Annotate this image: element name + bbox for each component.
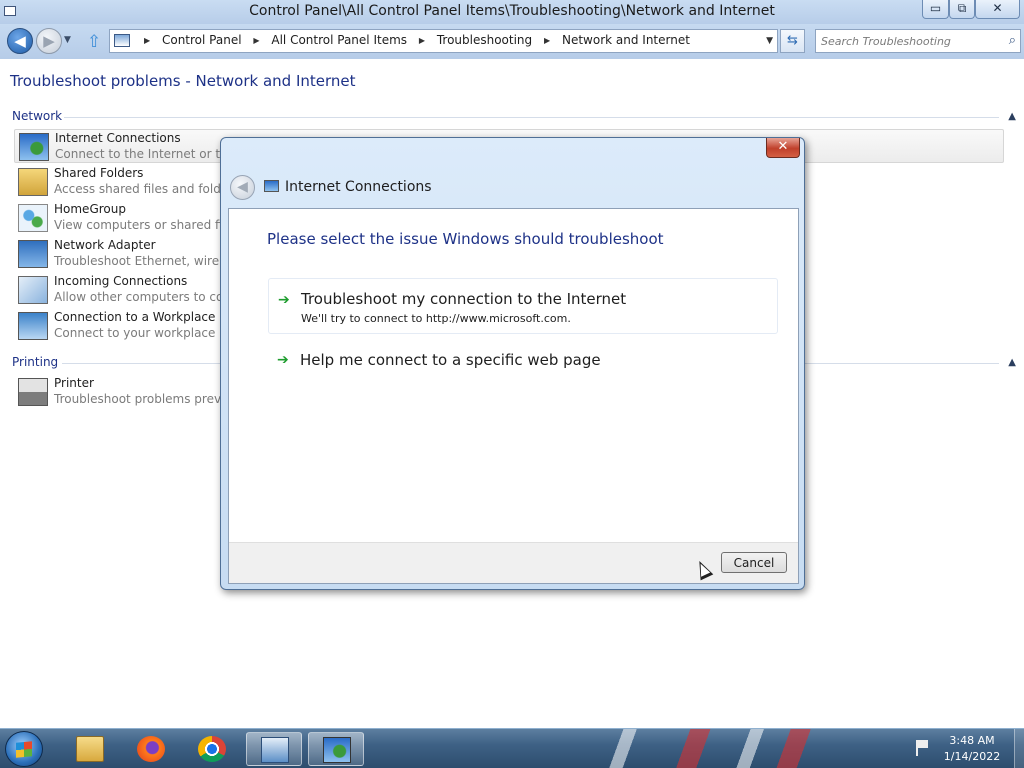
window-close-button[interactable]: ✕ — [975, 0, 1020, 19]
incoming-connections-icon — [18, 276, 48, 304]
page-title: Troubleshoot problems - Network and Inte… — [10, 72, 356, 90]
navigation-bar: ◀ ▶ ▼ ⇧ ▶ Control Panel ▶ All Control Pa… — [0, 24, 1024, 59]
breadcrumb-troubleshooting[interactable]: Troubleshooting — [437, 33, 532, 47]
start-button[interactable] — [5, 731, 43, 767]
option-subtitle: We'll try to connect to http://www.micro… — [301, 312, 571, 325]
taskbar-control-panel[interactable] — [246, 732, 302, 766]
green-arrow-icon: ➔ — [277, 352, 289, 368]
clock-time: 3:48 AM — [949, 734, 995, 747]
option-troubleshoot-internet[interactable]: ➔ Troubleshoot my connection to the Inte… — [268, 278, 778, 334]
window-title: Control Panel\All Control Panel Items\Tr… — [249, 3, 775, 19]
breadcrumb-all-items[interactable]: All Control Panel Items — [271, 33, 407, 47]
internet-connections-icon — [264, 180, 279, 192]
folder-icon — [76, 736, 104, 762]
breadcrumb-separator-icon[interactable]: ▶ — [419, 36, 425, 45]
restore-button[interactable]: ⧉ — [949, 0, 975, 19]
recent-pages-dropdown-icon[interactable]: ▼ — [64, 35, 71, 45]
internet-connections-icon — [19, 133, 49, 161]
section-printing-header[interactable]: Printing — [12, 355, 58, 369]
item-name: Network Adapter — [54, 238, 156, 252]
taskbar: 3:48 AM 1/14/2022 — [0, 728, 1024, 768]
taskbar-troubleshooting[interactable] — [308, 732, 364, 766]
breadcrumb-network-internet[interactable]: Network and Internet — [562, 33, 690, 47]
wallpaper-art — [590, 729, 910, 768]
search-input[interactable] — [821, 33, 999, 49]
up-arrow-icon[interactable]: ⇧ — [87, 32, 101, 52]
address-dropdown-icon[interactable]: ▼ — [766, 36, 773, 46]
minimize-button[interactable]: ▭ — [922, 0, 949, 19]
item-name: HomeGroup — [54, 202, 126, 216]
back-button[interactable]: ◀ — [7, 28, 33, 54]
workplace-icon — [18, 312, 48, 340]
item-name: Internet Connections — [55, 131, 181, 145]
item-description: Allow other computers to comm — [54, 290, 247, 304]
taskbar-firefox[interactable] — [123, 732, 179, 766]
option-specific-web-page[interactable]: ➔ Help me connect to a specific web page — [268, 346, 778, 376]
dialog-footer: Cancel — [229, 542, 798, 583]
item-name: Shared Folders — [54, 166, 144, 180]
forward-button[interactable]: ▶ — [36, 28, 62, 54]
printer-icon — [18, 378, 48, 406]
collapse-printing-icon[interactable]: ▲ — [1008, 357, 1016, 368]
item-name: Printer — [54, 376, 94, 390]
cancel-button[interactable]: Cancel — [721, 552, 787, 573]
show-desktop-button[interactable] — [1014, 729, 1024, 768]
address-bar[interactable]: ▶ Control Panel ▶ All Control Panel Item… — [109, 29, 778, 53]
search-box[interactable]: ⌕ — [815, 29, 1021, 53]
troubleshooting-icon — [323, 737, 351, 763]
dialog-title: Internet Connections — [285, 179, 432, 195]
dialog-close-button[interactable]: ✕ — [766, 138, 800, 158]
option-title[interactable]: Help me connect to a specific web page — [300, 351, 601, 369]
green-arrow-icon: ➔ — [278, 292, 290, 308]
section-network-header[interactable]: Network — [12, 109, 62, 123]
chrome-icon — [198, 736, 226, 762]
section-divider — [64, 117, 999, 118]
window-titlebar: Control Panel\All Control Panel Items\Tr… — [0, 0, 1024, 24]
shared-folders-icon — [18, 168, 48, 196]
windows-logo-icon — [16, 741, 32, 758]
taskbar-chrome[interactable] — [184, 732, 240, 766]
dialog-body: Please select the issue Windows should t… — [228, 208, 799, 584]
dialog-heading: Please select the issue Windows should t… — [267, 230, 664, 248]
search-icon[interactable]: ⌕ — [1009, 33, 1016, 48]
item-description: Troubleshoot problems prevent — [54, 392, 241, 406]
item-name: Incoming Connections — [54, 274, 188, 288]
breadcrumb-separator-icon[interactable]: ▶ — [144, 36, 150, 45]
item-description: View computers or shared files — [54, 218, 240, 232]
taskbar-windows-explorer[interactable] — [62, 732, 118, 766]
option-title[interactable]: Troubleshoot my connection to the Intern… — [301, 290, 626, 308]
item-description: Troubleshoot Ethernet, wireless, — [54, 254, 247, 268]
action-center-flag-icon[interactable] — [916, 740, 930, 756]
control-panel-icon — [261, 737, 289, 763]
network-adapter-icon — [18, 240, 48, 268]
firefox-icon — [137, 736, 165, 762]
homegroup-icon — [18, 204, 48, 232]
breadcrumb-separator-icon[interactable]: ▶ — [253, 36, 259, 45]
breadcrumb: ▶ Control Panel ▶ All Control Panel Item… — [136, 33, 690, 47]
refresh-button[interactable]: ⇆ — [780, 29, 805, 53]
dialog-back-button[interactable]: ◀ — [230, 175, 255, 200]
breadcrumb-separator-icon[interactable]: ▶ — [544, 36, 550, 45]
system-clock[interactable]: 3:48 AM 1/14/2022 — [935, 733, 1009, 765]
breadcrumb-control-panel[interactable]: Control Panel — [162, 33, 242, 47]
collapse-network-icon[interactable]: ▲ — [1008, 111, 1016, 122]
item-description: Connect to the Internet or to a — [55, 147, 239, 161]
control-panel-icon — [114, 34, 130, 47]
internet-connections-dialog: ✕ ◀ Internet Connections Please select t… — [220, 137, 805, 590]
clock-date: 1/14/2022 — [943, 750, 1001, 763]
item-name: Connection to a Workplace Usin — [54, 310, 246, 324]
